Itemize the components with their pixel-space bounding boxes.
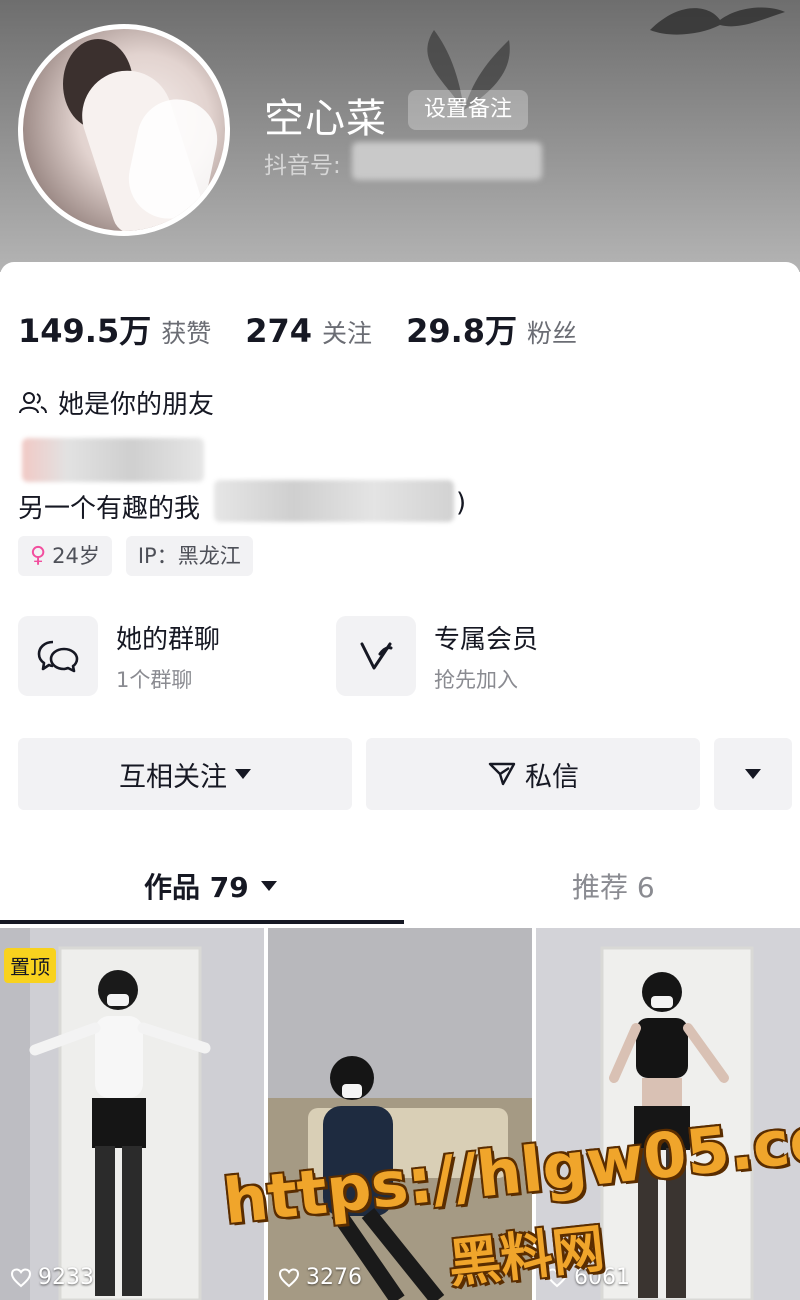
card-subtitle: 抢先加入: [434, 667, 519, 692]
video-grid: 置顶 9233 3276 6061: [0, 928, 800, 1300]
tab-label: 作品 79: [144, 871, 249, 904]
chevron-down-icon: [260, 881, 277, 891]
nickname: 空心菜: [264, 96, 387, 142]
female-icon: ♀: [30, 543, 47, 568]
profile-header: 空心菜 设置备注 抖音号:: [0, 0, 800, 272]
message-button[interactable]: 私信: [366, 738, 700, 810]
ip-text: IP：黑龙江: [137, 544, 241, 568]
stat-value: 274: [245, 312, 313, 350]
bio-blurred: [214, 480, 454, 522]
likes-count: 3276: [306, 1265, 362, 1290]
action-buttons: 互相关注 私信: [18, 738, 792, 810]
bio-blurred: [22, 438, 204, 482]
friends-icon: [19, 391, 47, 413]
ip-tag: IP：黑龙江: [125, 536, 253, 576]
mutual-follow-button[interactable]: 互相关注: [18, 738, 352, 810]
card-title: 专属会员: [434, 624, 539, 655]
bio-text: 另一个有趣的我: [18, 494, 201, 524]
stat-label: 粉丝: [527, 319, 578, 348]
bio-text-suffix: ): [456, 488, 467, 518]
avatar[interactable]: [18, 24, 230, 236]
vip-icon: [336, 616, 417, 696]
video-likes: 3276: [278, 1265, 362, 1290]
video-thumbnail[interactable]: 置顶 9233: [0, 928, 264, 1300]
tab-recommended[interactable]: 推荐 6: [572, 852, 655, 920]
group-chat-icon: [18, 616, 98, 696]
video-likes: 9233: [10, 1265, 94, 1290]
chevron-down-icon: [745, 769, 761, 779]
age-tag: ♀ 24岁: [18, 536, 112, 576]
butterfly-decoration: [650, 7, 785, 35]
douyin-id-blurred: [352, 142, 542, 180]
tab-label: 推荐 6: [572, 871, 655, 904]
stat-likes[interactable]: 149.5万 获赞: [18, 306, 211, 352]
content-tabs: 作品 79 推荐 6: [0, 852, 800, 924]
profile-tags: ♀ 24岁 IP：黑龙江: [18, 536, 267, 576]
douyin-id-label: 抖音号:: [264, 153, 341, 179]
pinned-badge: 置顶: [4, 948, 56, 983]
stat-label: 获赞: [161, 319, 212, 348]
heart-icon: [278, 1267, 300, 1287]
likes-count: 9233: [38, 1265, 94, 1290]
stat-value: 149.5万: [18, 312, 152, 350]
send-icon: [488, 762, 516, 786]
stat-label: 关注: [322, 319, 373, 348]
stats-row: 149.5万 获赞 274 关注 29.8万 粉丝: [18, 306, 611, 352]
membership-card[interactable]: 专属会员 抢先加入: [336, 616, 538, 696]
card-title: 她的群聊: [116, 624, 221, 655]
stat-following[interactable]: 274 关注: [245, 312, 372, 350]
tab-works[interactable]: 作品 79: [144, 852, 277, 920]
stat-value: 29.8万: [406, 312, 518, 350]
heart-icon: [10, 1267, 32, 1287]
feature-cards: 她的群聊 1个群聊 专属会员 抢先加入: [18, 616, 654, 696]
card-subtitle: 1个群聊: [116, 667, 193, 692]
more-options-button[interactable]: [714, 738, 792, 810]
relation-row: 她是你的朋友: [18, 384, 214, 421]
chevron-down-icon: [235, 769, 251, 779]
video-thumbnail-image: [0, 928, 264, 1300]
set-remark-button[interactable]: 设置备注: [408, 90, 529, 130]
age-text: 24岁: [52, 544, 100, 568]
stat-followers[interactable]: 29.8万 粉丝: [406, 306, 577, 352]
follow-label: 互相关注: [119, 761, 227, 793]
message-label: 私信: [525, 761, 579, 793]
relation-text: 她是你的朋友: [58, 390, 215, 420]
active-tab-indicator: [0, 920, 404, 924]
group-chat-card[interactable]: 她的群聊 1个群聊: [18, 616, 220, 696]
